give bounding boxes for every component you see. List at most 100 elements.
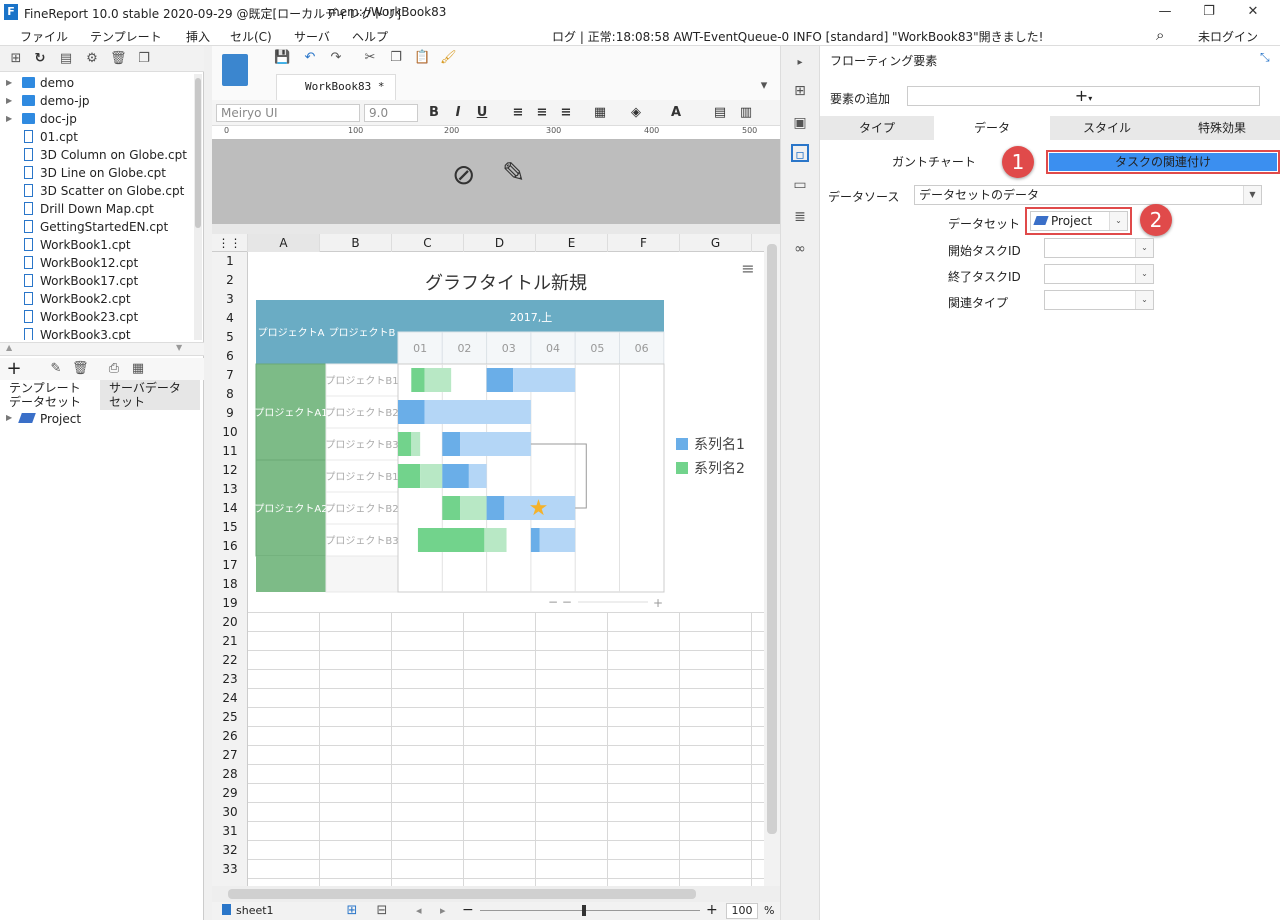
report-icon[interactable]: [222, 54, 248, 86]
search-icon[interactable]: ⌕: [1156, 26, 1164, 44]
column-g[interactable]: G: [680, 234, 752, 252]
row-number[interactable]: 23: [212, 670, 248, 689]
row-number[interactable]: 13: [212, 480, 248, 499]
row-number[interactable]: 15: [212, 518, 248, 537]
undo-icon[interactable]: ↶: [302, 50, 318, 66]
row-number[interactable]: 20: [212, 613, 248, 632]
tab-workbook[interactable]: WorkBook83 *: [276, 74, 396, 100]
row-number[interactable]: 24: [212, 689, 248, 708]
zoom-input[interactable]: 100: [726, 903, 758, 919]
row-number[interactable]: 6: [212, 347, 248, 366]
tree-file[interactable]: WorkBook2.cpt: [0, 290, 194, 308]
menu-template[interactable]: テンプレート: [90, 28, 162, 45]
font-select[interactable]: Meiryo UI: [216, 104, 360, 122]
tree-file[interactable]: 3D Scatter on Globe.cpt: [0, 182, 194, 200]
row-number[interactable]: 25: [212, 708, 248, 727]
panel-splitter[interactable]: ▲ ▼: [0, 342, 204, 356]
sheet-tab[interactable]: sheet1: [236, 904, 274, 917]
column-c[interactable]: C: [392, 234, 464, 252]
param-icon[interactable]: ▦: [130, 361, 146, 377]
cell-attr-icon[interactable]: ⊞: [791, 82, 809, 100]
column-a[interactable]: A: [248, 234, 320, 252]
tree-file[interactable]: WorkBook3.cpt: [0, 326, 194, 340]
row-number[interactable]: 8: [212, 385, 248, 404]
template-icon[interactable]: ▤: [58, 51, 74, 67]
add-dataset-icon[interactable]: +: [6, 360, 22, 378]
align-right-icon[interactable]: ≡: [558, 105, 574, 121]
font-size-select[interactable]: 9.0: [364, 104, 418, 122]
align-left-icon[interactable]: ≡: [510, 105, 526, 121]
row-number[interactable]: 11: [212, 442, 248, 461]
select-all-corner[interactable]: ⋮⋮: [212, 234, 248, 252]
hyperlink-icon[interactable]: ∞: [791, 240, 809, 258]
collapse-icon[interactable]: ⤡: [1260, 50, 1270, 65]
tree-file[interactable]: 3D Column on Globe.cpt: [0, 146, 194, 164]
prev-sheet-icon[interactable]: ◂: [416, 904, 422, 917]
condition-icon[interactable]: ≣: [791, 208, 809, 226]
expand-arrow-icon[interactable]: ▶: [6, 74, 12, 92]
row-number[interactable]: 16: [212, 537, 248, 556]
start-task-select[interactable]: ⌄: [1044, 238, 1154, 258]
edit-header-icon[interactable]: ✎: [502, 156, 525, 189]
fill-color-icon[interactable]: ◈: [628, 105, 644, 121]
grid-horizontal-scrollbar[interactable]: [212, 886, 780, 902]
menu-help[interactable]: ヘルプ: [352, 28, 388, 45]
expand-icon[interactable]: ▸: [791, 54, 809, 72]
delete-dataset-icon[interactable]: 🗑: [72, 361, 89, 377]
row-number[interactable]: 26: [212, 727, 248, 746]
row-number[interactable]: 32: [212, 841, 248, 860]
refresh-icon[interactable]: ↻: [32, 51, 48, 67]
row-number[interactable]: 18: [212, 575, 248, 594]
column-e[interactable]: E: [536, 234, 608, 252]
tree-file[interactable]: WorkBook17.cpt: [0, 272, 194, 290]
row-number[interactable]: 19: [212, 594, 248, 613]
zoom-out-icon[interactable]: −: [462, 902, 474, 918]
column-b[interactable]: B: [320, 234, 392, 252]
font-color-icon[interactable]: A: [668, 105, 684, 121]
underline-icon[interactable]: U: [474, 105, 490, 121]
login-status[interactable]: 未ログイン: [1198, 28, 1258, 45]
bold-icon[interactable]: B: [426, 105, 442, 121]
save-icon[interactable]: 💾: [274, 50, 290, 66]
tab-type[interactable]: タイプ: [820, 116, 934, 140]
tree-file[interactable]: WorkBook23.cpt: [0, 308, 194, 326]
tree-file[interactable]: Drill Down Map.cpt: [0, 200, 194, 218]
border-icon[interactable]: ▦: [592, 105, 608, 121]
column-f[interactable]: F: [608, 234, 680, 252]
subtab-task-link[interactable]: タスクの関連付け: [1046, 150, 1280, 174]
tree-folder[interactable]: ▶ doc-jp: [0, 110, 194, 128]
copy-icon[interactable]: ❐: [136, 51, 152, 67]
row-number[interactable]: 21: [212, 632, 248, 651]
expand-arrow-icon[interactable]: ▶: [6, 110, 12, 128]
widget-icon[interactable]: ▭: [791, 176, 809, 194]
edit-icon[interactable]: ✎: [48, 361, 64, 377]
dataset-select[interactable]: Project ⌄: [1030, 211, 1128, 231]
unmerge-icon[interactable]: ▥: [738, 105, 754, 121]
tab-style[interactable]: スタイル: [1050, 116, 1164, 140]
zoom-slider[interactable]: [480, 910, 700, 911]
menu-cell[interactable]: セル(C): [230, 28, 272, 45]
tree-folder[interactable]: ▶ demo-jp: [0, 92, 194, 110]
row-number[interactable]: 3: [212, 290, 248, 309]
row-number[interactable]: 4: [212, 309, 248, 328]
zoom-handle[interactable]: [582, 905, 586, 916]
copy-cell-icon[interactable]: ❐: [388, 50, 404, 66]
row-number[interactable]: 22: [212, 651, 248, 670]
tree-file[interactable]: WorkBook1.cpt: [0, 236, 194, 254]
row-number[interactable]: 12: [212, 461, 248, 480]
row-number[interactable]: 2: [212, 271, 248, 290]
preview-icon[interactable]: ⎙: [106, 361, 122, 377]
align-center-icon[interactable]: ≡: [534, 105, 550, 121]
tree-file[interactable]: GettingStartedEN.cpt: [0, 218, 194, 236]
gantt-chart[interactable]: グラフタイトル新規 ≡ プロジェクトA プロジェクトB 2017,上 01 02 03 04 05…: [248, 252, 764, 612]
row-number[interactable]: 29: [212, 784, 248, 803]
tab-template-dataset[interactable]: テンプレート データセット: [0, 380, 100, 410]
tree-folder[interactable]: ▶ demo: [0, 74, 194, 92]
tab-server-dataset[interactable]: サーバデータ セット: [100, 380, 200, 410]
cell-element-icon[interactable]: ▣: [791, 114, 809, 132]
tab-effect[interactable]: 特殊効果: [1164, 116, 1280, 140]
tree-file[interactable]: WorkBook12.cpt: [0, 254, 194, 272]
end-task-select[interactable]: ⌄: [1044, 264, 1154, 284]
next-sheet-icon[interactable]: ▸: [440, 904, 446, 917]
zoom-in-icon[interactable]: +: [706, 902, 718, 918]
